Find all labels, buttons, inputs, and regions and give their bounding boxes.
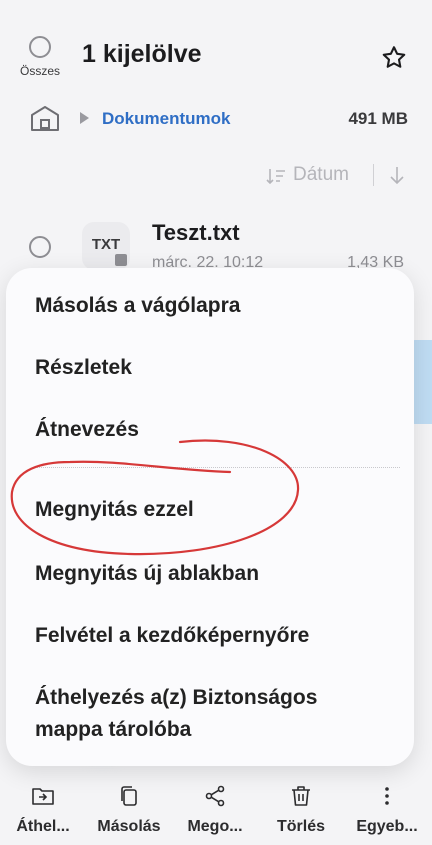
share-button[interactable]: Mego...: [172, 784, 258, 836]
menu-item-copy-to-clipboard[interactable]: Másolás a vágólapra: [35, 290, 398, 322]
delete-label: Törlés: [276, 818, 325, 835]
trash-icon: [292, 786, 310, 806]
move-folder-icon: [32, 788, 54, 805]
more-label: Egyeb...: [356, 818, 418, 835]
file-name[interactable]: Teszt.txt: [152, 220, 240, 246]
menu-item-details[interactable]: Részletek: [35, 352, 398, 384]
share-label: Mego...: [187, 818, 243, 835]
arrow-down-icon[interactable]: [388, 165, 406, 185]
menu-item-move-line1: Áthelyezés a(z) Biztonságos: [35, 686, 318, 709]
copy-icon: [121, 786, 137, 806]
more-vertical-icon: [385, 787, 389, 805]
sort-divider: [373, 164, 374, 186]
home-icon[interactable]: [30, 106, 60, 132]
menu-item-move-line2: mappa tárolóba: [35, 718, 192, 741]
more-button[interactable]: Egyeb...: [344, 784, 430, 836]
star-icon[interactable]: [380, 44, 408, 72]
file-checkbox[interactable]: [29, 236, 51, 258]
sort-icon[interactable]: [266, 166, 286, 186]
folder-size: 491 MB: [348, 109, 408, 128]
menu-item-open-new-window[interactable]: Megnyitás új ablakban: [35, 558, 398, 590]
select-all-checkbox[interactable]: [29, 36, 51, 58]
move-label: Áthel...: [16, 818, 70, 835]
menu-item-open-with[interactable]: Megnyitás ezzel: [35, 494, 398, 526]
select-all[interactable]: Összes: [14, 36, 66, 78]
menu-divider: [34, 467, 400, 468]
menu-item-move-to-secure-folder[interactable]: Áthelyezés a(z) Biztonságos mappa tároló…: [35, 682, 398, 746]
menu-item-add-to-home[interactable]: Felvétel a kezdőképernyőre: [35, 620, 398, 652]
share-icon: [205, 785, 225, 807]
copy-label: Másolás: [97, 818, 161, 835]
delete-button[interactable]: Törlés: [258, 784, 344, 836]
select-all-label: Összes: [19, 64, 60, 78]
menu-item-rename[interactable]: Átnevezés: [35, 414, 398, 446]
breadcrumb-arrow-icon: [80, 112, 89, 124]
shortcut-badge-icon: [115, 254, 127, 266]
sort-label[interactable]: Dátum: [293, 164, 349, 186]
page-title: 1 kijelölve: [82, 40, 202, 68]
file-type-label: TXT: [91, 236, 121, 253]
context-menu: Másolás a vágólapra Részletek Átnevezés …: [6, 268, 414, 766]
move-button[interactable]: Áthel...: [0, 784, 86, 836]
breadcrumb-folder[interactable]: Dokumentumok: [102, 109, 230, 129]
copy-button[interactable]: Másolás: [86, 784, 172, 836]
bottom-action-bar: Áthel... Másolás Mego... Törlés Egyeb...: [0, 780, 432, 845]
txt-file-icon: TXT: [82, 222, 130, 270]
